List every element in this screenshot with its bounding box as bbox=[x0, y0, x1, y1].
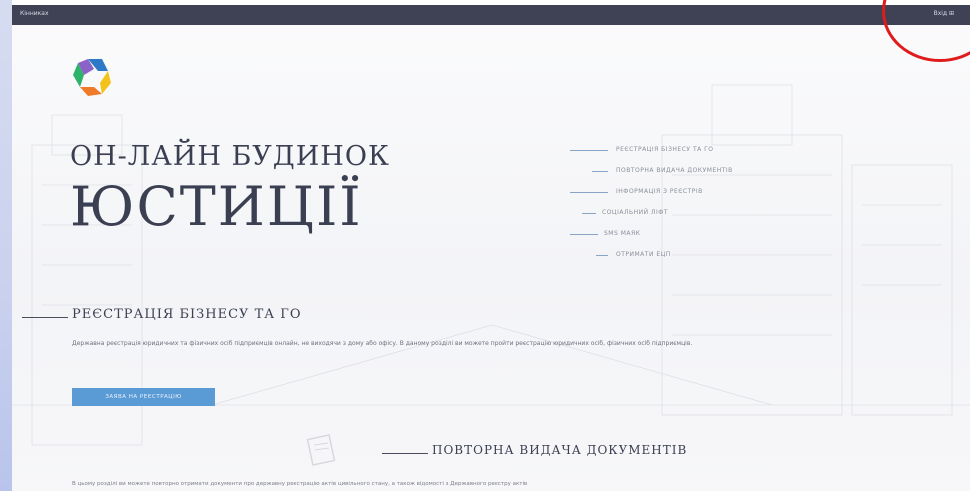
nav-item-label: ОТРИМАТИ ЕЦП bbox=[616, 251, 671, 258]
nav-item-label: СОЦІАЛЬНИЙ ЛІФТ bbox=[602, 209, 669, 216]
top-nav-bar: Кінниках Вхід ⊞ bbox=[12, 5, 970, 25]
services-nav: РЕЄСТРАЦІЯ БІЗНЕСУ ТА ГО ПОВТОРНА ВИДАЧА… bbox=[552, 144, 812, 270]
nav-item-label: SMS МАЯК bbox=[604, 230, 641, 237]
nav-dash bbox=[570, 192, 608, 193]
nav-dash bbox=[570, 150, 608, 151]
nav-item-business-registration[interactable]: РЕЄСТРАЦІЯ БІЗНЕСУ ТА ГО bbox=[552, 144, 812, 165]
page: Кінниках Вхід ⊞ ОН-ЛАЙН БУДИНОК ЮСТИЦІЇ … bbox=[12, 5, 970, 491]
nav-item-registry-info[interactable]: ІНФОРМАЦІЯ З РЕЄСТРІВ bbox=[552, 186, 812, 207]
section-title-business: РЕЄСТРАЦІЯ БІЗНЕСУ ТА ГО bbox=[72, 307, 302, 322]
document-icon bbox=[306, 434, 336, 466]
section-title-rule bbox=[22, 317, 68, 318]
nav-item-label: ПОВТОРНА ВИДАЧА ДОКУМЕНТІВ bbox=[616, 167, 733, 174]
hero-title-line1: ОН-ЛАЙН БУДИНОК bbox=[70, 141, 390, 172]
section-title-repeat-documents: ПОВТОРНА ВИДАЧА ДОКУМЕНТІВ bbox=[432, 443, 688, 457]
nav-dash bbox=[592, 171, 608, 172]
nav-item-get-ecp[interactable]: ОТРИМАТИ ЕЦП bbox=[552, 249, 812, 270]
section-title-rule bbox=[382, 453, 428, 454]
registration-application-button[interactable]: ЗАЯВА НА РЕЄСТРАЦІЮ bbox=[72, 388, 215, 406]
buildings-background-illustration bbox=[12, 84, 970, 446]
nav-item-sms-mayak[interactable]: SMS МАЯК bbox=[552, 228, 812, 249]
section-description-business: Державна реєстрація юридичних та фізични… bbox=[72, 340, 693, 347]
nav-dash bbox=[596, 255, 608, 256]
nav-dash bbox=[570, 234, 598, 235]
section-description-repeat-documents: В цьому розділі ви можете повторно отрим… bbox=[72, 481, 528, 487]
nav-item-label: ІНФОРМАЦІЯ З РЕЄСТРІВ bbox=[616, 188, 703, 195]
nav-dash bbox=[582, 213, 596, 214]
top-left-link[interactable]: Кінниках bbox=[20, 10, 49, 17]
hero-title-line2: ЮСТИЦІЇ bbox=[70, 175, 363, 238]
nav-item-repeat-documents[interactable]: ПОВТОРНА ВИДАЧА ДОКУМЕНТІВ bbox=[552, 165, 812, 186]
nav-item-label: РЕЄСТРАЦІЯ БІЗНЕСУ ТА ГО bbox=[616, 146, 714, 153]
nav-item-social-lift[interactable]: СОЦІАЛЬНИЙ ЛІФТ bbox=[552, 207, 812, 228]
left-edge-bar bbox=[0, 0, 12, 491]
site-logo[interactable] bbox=[70, 55, 114, 99]
